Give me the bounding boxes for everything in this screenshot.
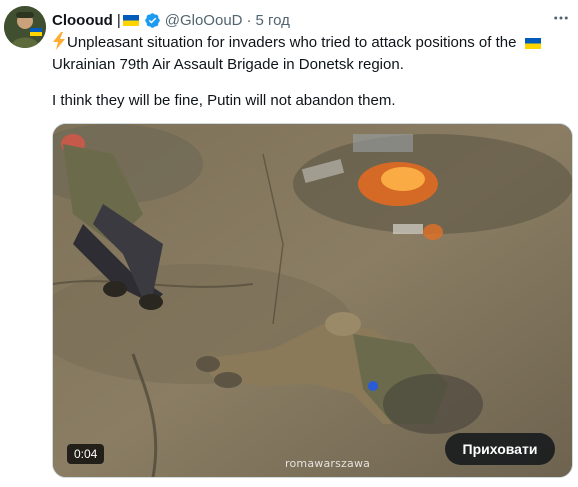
ukraine-flag-icon bbox=[122, 14, 139, 26]
video-watermark: romawarszawa bbox=[285, 457, 371, 470]
display-name[interactable]: Cloooud bbox=[52, 12, 113, 29]
name-separator: | bbox=[116, 11, 121, 29]
verified-badge-icon[interactable] bbox=[144, 12, 161, 29]
more-options-icon[interactable] bbox=[548, 8, 574, 28]
timestamp[interactable]: 5 год bbox=[256, 12, 290, 29]
user-handle[interactable]: @GloOouD bbox=[165, 12, 243, 29]
video-player[interactable]: 0:04 romawarszawa Приховати bbox=[52, 123, 573, 478]
tweet-line-2: Ukrainian 79th Air Assault Brigade in Do… bbox=[52, 56, 404, 73]
tweet-text: Unpleasant situation for invaders who tr… bbox=[52, 32, 572, 112]
tweet-line-1-text: Unpleasant situation for invaders who tr… bbox=[67, 34, 517, 51]
avatar[interactable] bbox=[4, 6, 46, 48]
hide-button[interactable]: Приховати bbox=[445, 433, 555, 465]
video-duration: 0:04 bbox=[67, 444, 105, 464]
high-voltage-emoji-icon bbox=[52, 32, 66, 50]
tweet-line-3: I think they will be fine, Putin will no… bbox=[52, 92, 396, 109]
video-frame bbox=[53, 124, 572, 477]
ukraine-flag-emoji-icon bbox=[524, 37, 541, 49]
avatar-image bbox=[4, 6, 46, 48]
tweet-line-1: Unpleasant situation for invaders who tr… bbox=[52, 32, 572, 54]
header-dot: · bbox=[246, 11, 252, 29]
tweet-header: Cloooud | @GloOouD · 5 год bbox=[52, 10, 290, 30]
